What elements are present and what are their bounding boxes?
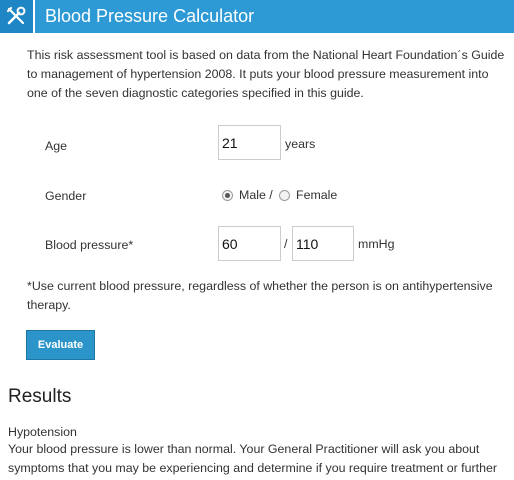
blood-pressure-note: *Use current blood pressure, regardless … bbox=[27, 279, 493, 312]
blood-pressure-unit: mmHg bbox=[358, 237, 395, 251]
gender-male-radio[interactable] bbox=[222, 190, 233, 201]
tools-icon bbox=[6, 6, 26, 25]
blood-pressure-label: Blood pressure* bbox=[45, 238, 134, 252]
blood-pressure-input-2[interactable] bbox=[292, 226, 354, 261]
evaluate-button[interactable]: Evaluate bbox=[26, 330, 95, 360]
gender-female-radio[interactable] bbox=[279, 190, 290, 201]
result-text: Your blood pressure is lower than normal… bbox=[8, 442, 497, 475]
page: Blood Pressure Calculator This risk asse… bbox=[0, 0, 514, 480]
header: Blood Pressure Calculator bbox=[0, 0, 514, 33]
page-title: Blood Pressure Calculator bbox=[45, 6, 255, 26]
results-heading: Results bbox=[8, 386, 72, 407]
age-input[interactable] bbox=[218, 125, 281, 160]
result-category: Hypotension bbox=[8, 425, 77, 439]
blood-pressure-separator: / bbox=[284, 237, 288, 251]
age-label: Age bbox=[45, 139, 68, 153]
blood-pressure-input-1[interactable] bbox=[218, 226, 281, 261]
gender-female-label[interactable]: Female bbox=[296, 188, 337, 202]
header-icon-box bbox=[0, 0, 33, 33]
gender-label: Gender bbox=[45, 189, 87, 203]
intro-text: This risk assessment tool is based on da… bbox=[27, 48, 505, 100]
header-bar: Blood Pressure Calculator bbox=[35, 0, 514, 33]
age-unit: years bbox=[285, 137, 316, 151]
gender-male-label[interactable]: Male / bbox=[239, 188, 273, 202]
